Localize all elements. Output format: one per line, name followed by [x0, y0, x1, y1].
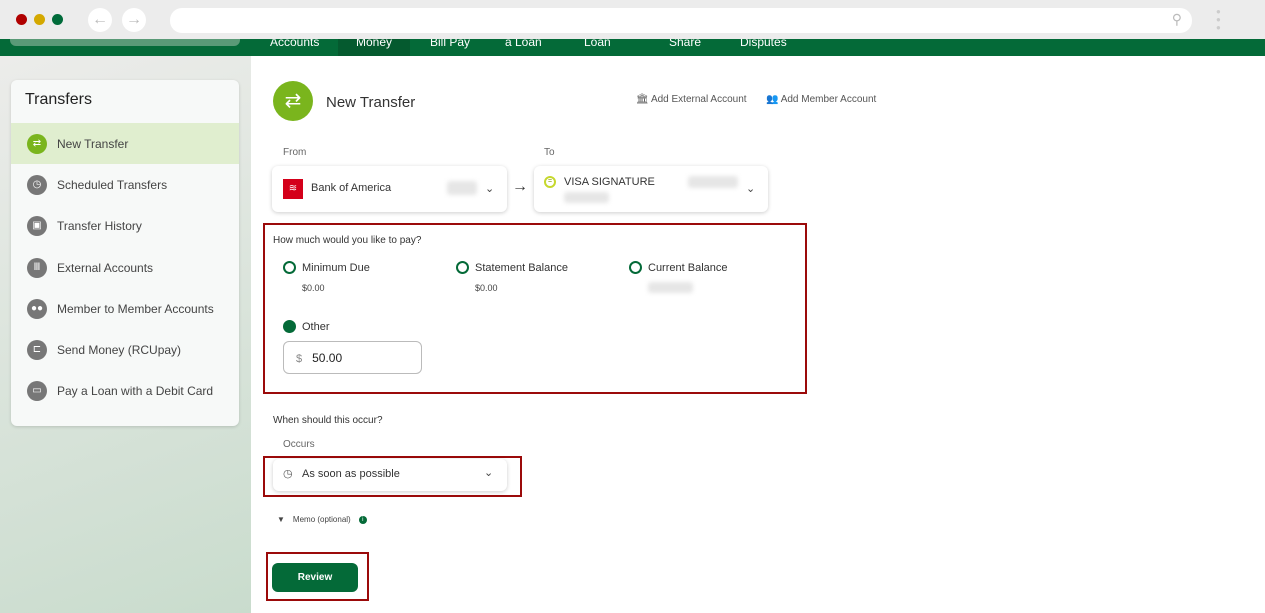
from-account-select[interactable]: ≋ Bank of America ⌄	[272, 166, 507, 212]
transfer-arrows-icon: ⇄	[273, 81, 313, 121]
nav-accounts[interactable]: Accounts	[270, 39, 319, 49]
to-label: To	[544, 147, 555, 158]
from-label: From	[283, 147, 307, 158]
info-icon[interactable]: i	[358, 515, 367, 524]
sidebar-item-scheduled-transfers[interactable]: ◷ Scheduled Transfers	[11, 164, 239, 205]
minimum-due-amount: $0.00	[302, 283, 325, 293]
back-arrow-icon[interactable]: ←	[88, 8, 112, 32]
link-label: Add External Account	[650, 94, 747, 105]
top-nav: Accounts Money Bill Pay a Loan Loan Shar…	[0, 39, 1265, 56]
chevron-down-icon: ⌄	[746, 183, 756, 195]
to-account-select[interactable]: = VISA SIGNATURE ⌄	[534, 166, 768, 212]
browser-chrome: ← → ⚲ ● ● ●	[0, 0, 1265, 39]
clock-icon: ◷	[283, 468, 293, 480]
occur-question: When should this occur?	[273, 415, 383, 426]
page-title: New Transfer	[326, 94, 416, 111]
radio-circle	[283, 261, 296, 274]
forward-arrow-icon[interactable]: →	[122, 8, 146, 32]
radio-label: Current Balance	[648, 261, 728, 274]
nav-money[interactable]: Money	[356, 39, 392, 49]
people-icon: ●●	[27, 298, 47, 319]
nav-disputes[interactable]: Disputes	[740, 39, 787, 49]
transfer-arrows-icon: ⇄	[27, 133, 47, 154]
nav-a-loan[interactable]: a Loan	[505, 39, 542, 49]
send-icon: ⊏	[27, 340, 47, 361]
radio-label: Minimum Due	[302, 261, 370, 274]
review-button[interactable]: Review	[272, 563, 358, 592]
radio-statement-balance[interactable]: Statement Balance	[456, 261, 568, 274]
sidebar: Transfers ⇄ New Transfer ◷ Scheduled Trans…	[11, 80, 239, 426]
radio-circle	[629, 261, 642, 274]
bank-of-america-logo-icon: ≋	[283, 179, 303, 199]
radio-circle	[456, 261, 469, 274]
radio-minimum-due[interactable]: Minimum Due	[283, 261, 370, 274]
redacted-account-number	[447, 181, 477, 195]
occurs-value: As soon as possible	[302, 468, 400, 480]
clock-icon: ◷	[27, 174, 47, 195]
sidebar-item-external-accounts[interactable]: Ⅲ External Accounts	[11, 247, 239, 288]
search-icon: ⚲	[1171, 11, 1182, 27]
link-label: Add Member Account	[780, 94, 877, 105]
memo-label: Memo (optional)	[292, 515, 351, 524]
sidebar-title: Transfers	[25, 91, 92, 108]
from-account-name: Bank of America	[311, 182, 392, 194]
calendar-check-icon: ▣	[27, 216, 47, 237]
nav-bill-pay[interactable]: Bill Pay	[430, 39, 470, 49]
caret-down-icon: ▼	[277, 515, 285, 524]
sidebar-item-label: Send Money (RCUpay)	[57, 343, 182, 358]
bank-icon: Ⅲ	[27, 257, 47, 278]
sidebar-item-label: Pay a Loan with a Debit Card	[57, 384, 214, 399]
currency-symbol: $	[296, 353, 303, 365]
sidebar-item-label: New Transfer	[57, 136, 129, 151]
add-member-account-link[interactable]: 👥 Add Member Account	[766, 94, 876, 105]
people-icon: 👥	[766, 94, 779, 105]
amount-value: 50.00	[312, 351, 343, 365]
sidebar-item-send-money[interactable]: ⊏ Send Money (RCUpay)	[11, 329, 239, 370]
chevron-down-icon: ⌄	[485, 183, 495, 195]
sidebar-item-pay-loan-debit[interactable]: ▭ Pay a Loan with a Debit Card	[11, 371, 239, 412]
nav-search[interactable]	[10, 39, 240, 46]
radio-label: Statement Balance	[475, 261, 568, 274]
nav-loan[interactable]: Loan	[584, 39, 611, 49]
redacted-account-detail	[564, 192, 609, 203]
bank-icon: 🏛	[636, 94, 649, 105]
radio-current-balance[interactable]: Current Balance	[629, 261, 728, 274]
pay-question: How much would you like to pay?	[273, 235, 422, 246]
add-external-account-link[interactable]: 🏛 Add External Account	[636, 94, 747, 105]
close-window-dot[interactable]	[16, 14, 27, 25]
arrow-right-icon: →	[512, 178, 528, 195]
radio-other[interactable]: Other	[283, 320, 330, 333]
radio-label: Other	[302, 320, 330, 333]
sidebar-item-transfer-history[interactable]: ▣ Transfer History	[11, 206, 239, 247]
card-icon: ▭	[27, 381, 47, 402]
radio-circle-selected	[283, 320, 296, 333]
amount-input[interactable]: $50.00	[283, 341, 422, 374]
minimize-window-dot[interactable]	[34, 14, 45, 25]
chevron-down-icon: ⌄	[484, 467, 494, 479]
sidebar-item-label: Transfer History	[57, 219, 142, 234]
occurs-select[interactable]: ◷ As soon as possible ⌄	[273, 459, 507, 491]
sidebar-item-label: External Accounts	[57, 260, 154, 275]
redacted-current-balance	[648, 282, 693, 293]
redacted-account-number	[688, 176, 738, 188]
statement-balance-amount: $0.00	[475, 283, 498, 293]
kebab-menu-icon[interactable]: ● ● ●	[1216, 8, 1222, 32]
sidebar-item-label: Member to Member Accounts	[57, 301, 214, 316]
maximize-window-dot[interactable]	[52, 14, 63, 25]
sidebar-item-member-accounts[interactable]: ●● Member to Member Accounts	[11, 288, 239, 329]
sidebar-item-label: Scheduled Transfers	[57, 177, 168, 192]
card-icon: =	[544, 176, 556, 188]
sidebar-item-new-transfer[interactable]: ⇄ New Transfer	[11, 123, 239, 165]
occurs-label: Occurs	[283, 439, 315, 450]
to-account-name: VISA SIGNATURE	[564, 176, 655, 188]
memo-toggle[interactable]: ▼ Memo (optional) i	[277, 515, 367, 524]
nav-share[interactable]: Share	[669, 39, 701, 49]
address-bar[interactable]: ⚲	[170, 8, 1192, 33]
